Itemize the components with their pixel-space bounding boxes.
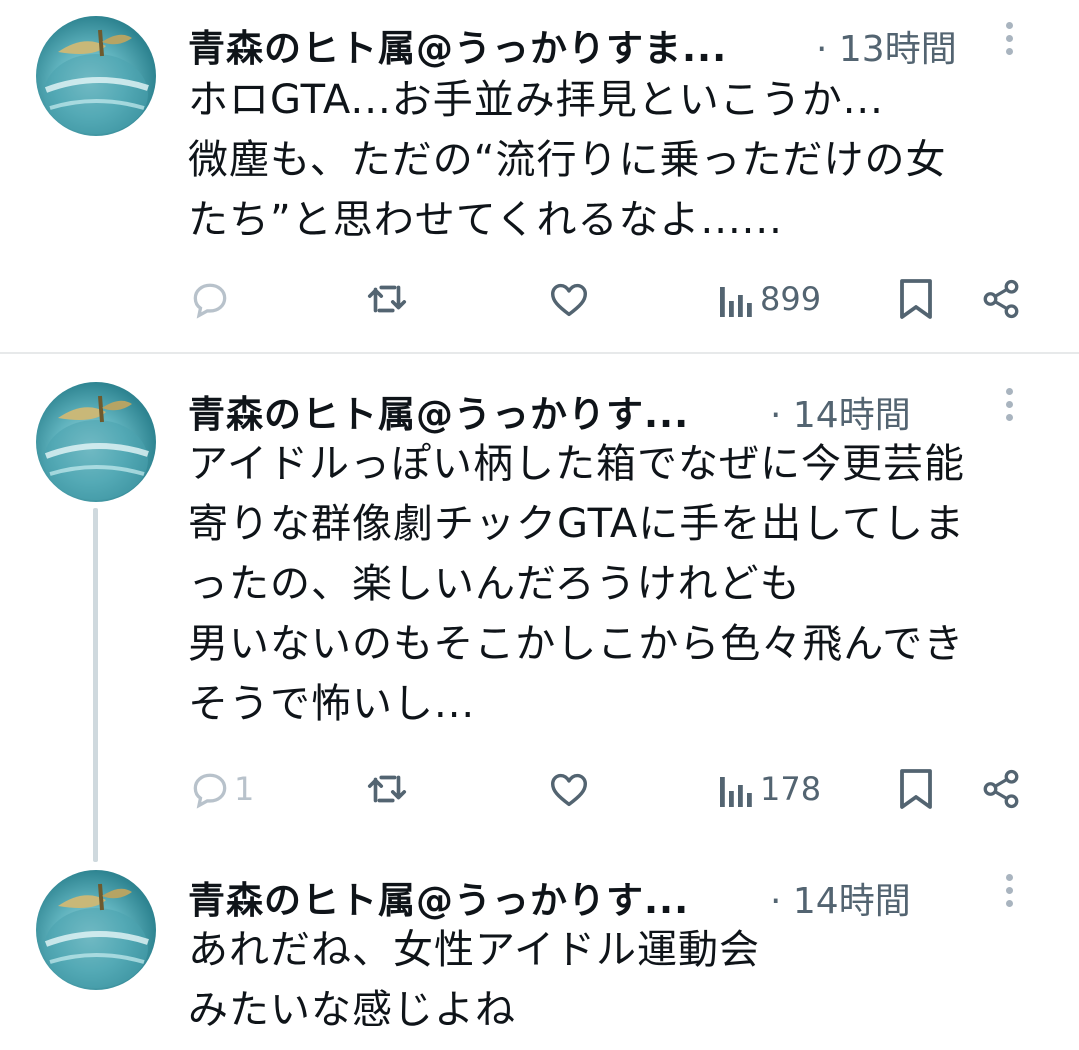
tweet-text-line: みたいな感じよね [188, 987, 516, 1033]
views-button[interactable]: 899 [718, 274, 821, 324]
tweet-text-line: ったの、楽しいんだろうけれども [188, 561, 801, 607]
tweet[interactable]: 青森のヒト属@うっかりすま... · 13時間 ホロGTA...お手並み拝見とい… [0, 0, 1079, 352]
views-count: 178 [760, 770, 822, 808]
more-icon[interactable] [999, 874, 1019, 914]
like-button[interactable] [546, 764, 592, 814]
action-bar: 1 178 [188, 764, 1038, 814]
display-name[interactable]: 青森のヒト属@うっかりすま... [188, 18, 727, 72]
like-icon [550, 283, 588, 317]
tweet[interactable]: 青森のヒト属@うっかりす... · 14時間 アイドルっぽい柄した箱でなぜに今更… [0, 354, 1079, 854]
tweet-header: 青森のヒト属@うっかりす... · 14時間 [188, 864, 1059, 922]
tweet-text: ホロGTA...お手並み拝見といこうか... 微塵も、ただの“流行りに乗っただけ… [188, 70, 1058, 250]
tweet-text-line: そうで怖いし... [188, 681, 476, 727]
retweet-icon [367, 775, 407, 803]
tweet-header: 青森のヒト属@うっかりすま... · 13時間 [188, 12, 1059, 70]
bookmark-button[interactable] [896, 274, 936, 324]
more-icon[interactable] [999, 22, 1019, 62]
display-name[interactable]: 青森のヒト属@うっかりす... [188, 870, 689, 924]
share-button[interactable] [980, 274, 1022, 324]
retweet-icon [367, 285, 407, 313]
bookmark-button[interactable] [896, 764, 936, 814]
views-icon [720, 287, 752, 317]
reply-count: 1 [234, 770, 255, 808]
retweet-button[interactable] [364, 274, 410, 324]
reply-button[interactable]: 1 [188, 764, 254, 814]
tweet-text-line: たち”と思わせてくれるなよ...... [188, 197, 783, 243]
display-name[interactable]: 青森のヒト属@うっかりす... [188, 384, 689, 438]
timestamp[interactable]: · 13時間 [816, 20, 957, 72]
share-icon [983, 279, 1019, 319]
tweet-text-line: 男いないのもそこかしこから色々飛んでき [188, 621, 965, 667]
views-count: 899 [760, 280, 822, 318]
views-icon [720, 777, 752, 807]
tweet-text: あれだね、女性アイドル運動会 みたいな感じよね [188, 920, 1058, 1040]
like-icon [550, 773, 588, 807]
like-button[interactable] [546, 274, 592, 324]
tweet[interactable]: 青森のヒト属@うっかりす... · 14時間 あれだね、女性アイドル運動会 みた… [0, 856, 1079, 1050]
retweet-button[interactable] [364, 764, 410, 814]
timestamp[interactable]: · 14時間 [770, 872, 911, 924]
tweet-text-line: アイドルっぽい柄した箱でなぜに今更芸能 [188, 441, 965, 487]
action-bar: 899 [188, 274, 1038, 324]
more-icon[interactable] [999, 388, 1019, 428]
tweet-text-line: あれだね、女性アイドル運動会 [188, 927, 760, 973]
bookmark-icon [900, 279, 932, 319]
avatar-image [44, 883, 149, 988]
views-button[interactable]: 178 [718, 764, 821, 814]
tweet-header: 青森のヒト属@うっかりす... · 14時間 [188, 378, 1059, 436]
tweet-text-line: 寄りな群像劇チックGTAに手を出してしま [188, 501, 966, 547]
avatar[interactable] [36, 382, 156, 502]
reply-icon [193, 773, 227, 809]
tweet-text-line: 微塵も、ただの“流行りに乗っただけの女 [188, 137, 947, 183]
avatar-image [44, 395, 149, 500]
avatar-image [44, 29, 149, 134]
reply-button[interactable] [188, 274, 232, 324]
tweet-text: アイドルっぽい柄した箱でなぜに今更芸能 寄りな群像劇チックGTAに手を出してしま… [188, 434, 1058, 734]
avatar[interactable] [36, 870, 156, 990]
reply-icon [193, 283, 227, 319]
share-button[interactable] [980, 764, 1022, 814]
tweet-text-line: ホロGTA...お手並み拝見といこうか... [188, 77, 884, 123]
share-icon [983, 769, 1019, 809]
bookmark-icon [900, 769, 932, 809]
timestamp[interactable]: · 14時間 [770, 386, 911, 438]
avatar[interactable] [36, 16, 156, 136]
